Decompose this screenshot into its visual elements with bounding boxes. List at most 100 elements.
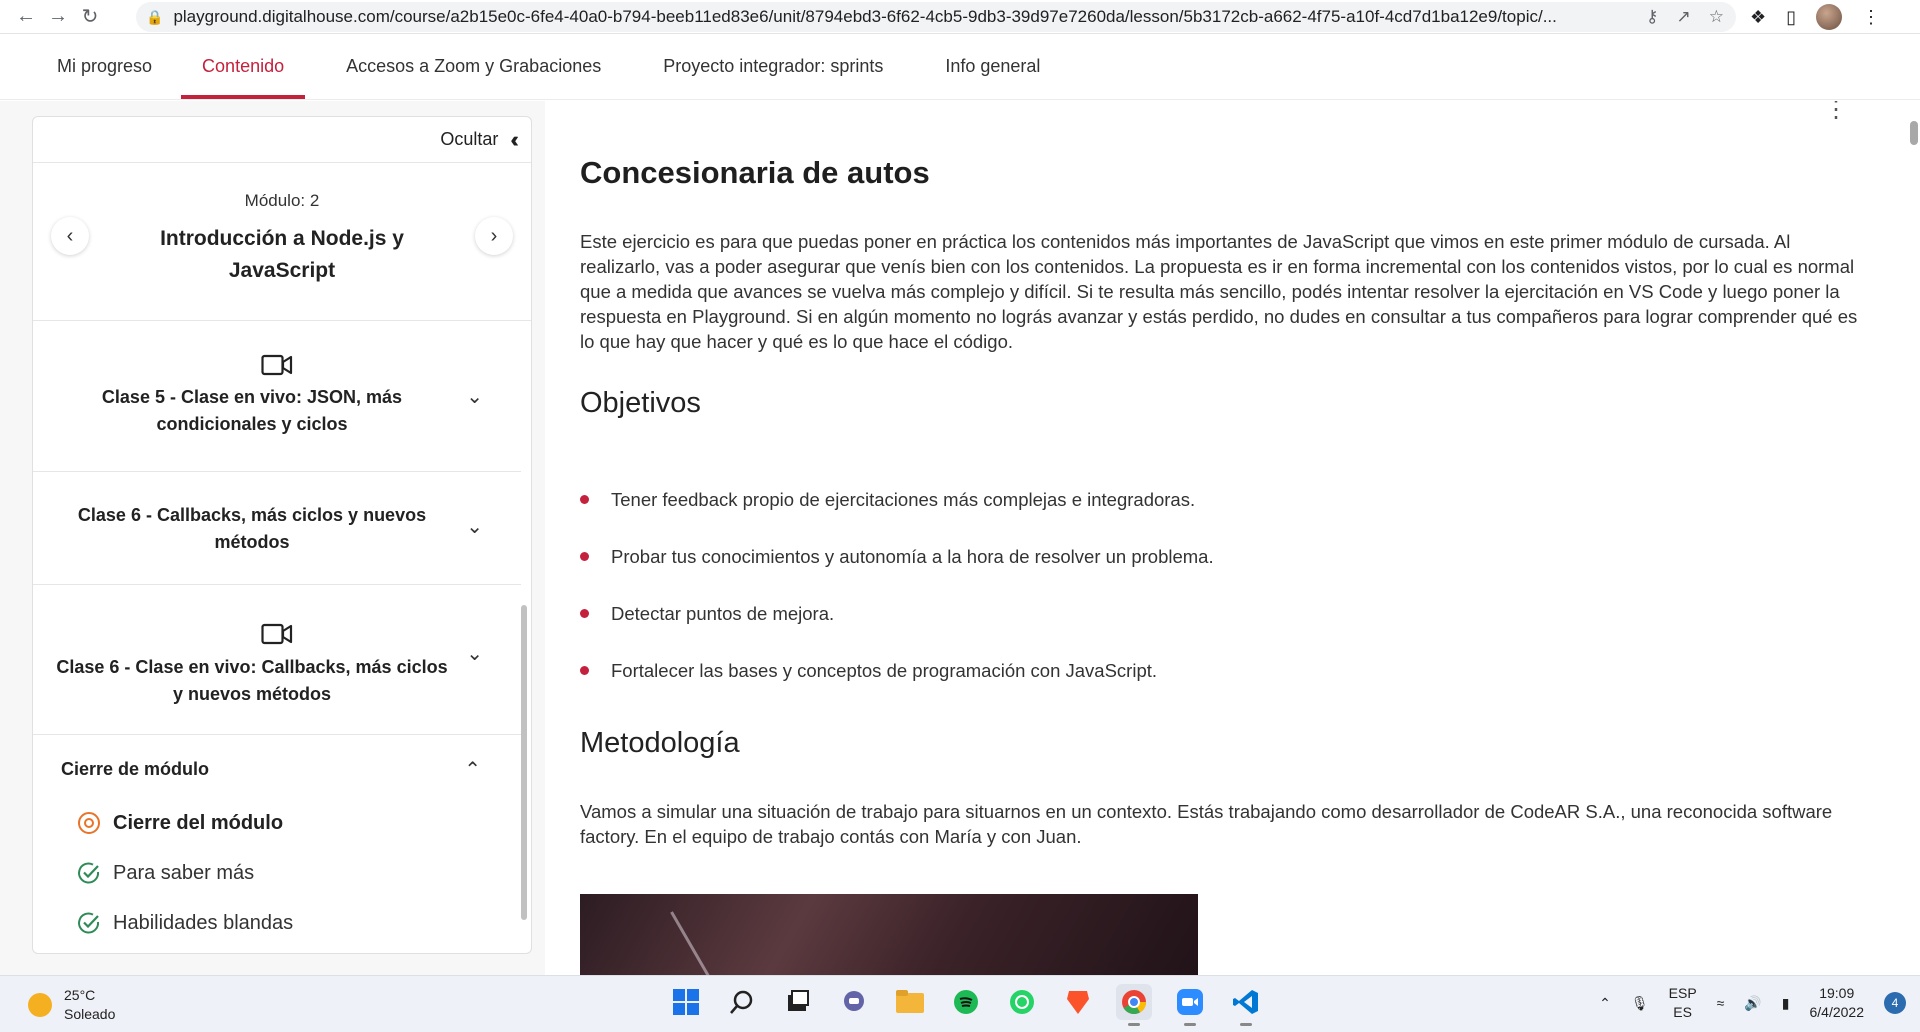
task-view-icon[interactable] bbox=[780, 984, 816, 1020]
zoom-icon[interactable] bbox=[1172, 984, 1208, 1026]
back-arrow-icon[interactable]: ← bbox=[10, 2, 42, 32]
vscode-icon[interactable] bbox=[1228, 984, 1264, 1026]
address-bar[interactable]: 🔒 playground.digitalhouse.com/course/a2b… bbox=[136, 2, 1736, 32]
bullet-icon bbox=[580, 495, 589, 504]
url-text: playground.digitalhouse.com/course/a2b15… bbox=[173, 7, 1557, 26]
closing-section-title[interactable]: Cierre de módulo bbox=[61, 759, 531, 780]
share-icon[interactable]: ↗ bbox=[1677, 7, 1691, 27]
chevron-down-icon[interactable]: ⌄ bbox=[466, 641, 483, 666]
class-item[interactable]: Clase 5 - Clase en vivo: JSON, más condi… bbox=[33, 322, 521, 472]
double-chevron-left-icon: ‹‹ bbox=[510, 126, 518, 152]
list-item: Detectar puntos de mejora. bbox=[580, 585, 1214, 642]
spotify-icon[interactable] bbox=[948, 984, 984, 1020]
reload-icon[interactable]: ↻ bbox=[74, 2, 106, 32]
chevron-up-icon[interactable]: ⌃ bbox=[1599, 995, 1611, 1012]
class-title: Clase 6 - Clase en vivo: Callbacks, más … bbox=[56, 657, 448, 704]
lesson-label: Cierre del módulo bbox=[113, 811, 284, 834]
module-title: Introducción a Node.js y JavaScript bbox=[160, 227, 404, 282]
video-camera-icon bbox=[261, 354, 293, 376]
next-module-button[interactable]: › bbox=[475, 217, 513, 255]
tab-info-general[interactable]: Info general bbox=[924, 33, 1061, 99]
hide-label: Ocultar bbox=[440, 129, 499, 149]
tab-mi-progreso[interactable]: Mi progreso bbox=[36, 33, 173, 99]
list-item[interactable]: Habilidades blandas bbox=[77, 898, 531, 948]
intro-paragraph: Este ejercicio es para que puedas poner … bbox=[580, 231, 1858, 352]
wifi-icon[interactable]: ≈ bbox=[1717, 995, 1725, 1011]
lesson-image bbox=[580, 894, 1198, 975]
hide-sidebar-button[interactable]: Ocultar ‹‹ bbox=[33, 117, 531, 163]
list-item[interactable]: Para saber más bbox=[77, 848, 531, 898]
notification-badge[interactable]: 4 bbox=[1884, 992, 1906, 1014]
module-header: Módulo: 2 ‹ Introducción a Node.js y Jav… bbox=[33, 163, 531, 321]
microphone-icon[interactable]: 🎙 bbox=[1631, 995, 1649, 1012]
course-sidebar: Ocultar ‹‹ Módulo: 2 ‹ Introducción a No… bbox=[32, 116, 532, 954]
clock[interactable]: 19:09 6/4/2022 bbox=[1810, 984, 1865, 1022]
temperature: 25°C bbox=[64, 987, 96, 1003]
class-item[interactable]: Clase 6 - Clase en vivo: Callbacks, más … bbox=[33, 585, 521, 735]
more-options-icon[interactable]: ⋮ bbox=[1824, 101, 1848, 122]
closing-section: Cierre de módulo ⌃ Cierre del módulo Par… bbox=[33, 735, 531, 948]
page-title: Concesionaria de autos bbox=[580, 155, 930, 190]
chevron-down-icon[interactable]: ⌄ bbox=[466, 514, 483, 539]
list-item: Fortalecer las bases y conceptos de prog… bbox=[580, 642, 1214, 699]
objectives-list: Tener feedback propio de ejercitaciones … bbox=[580, 471, 1214, 699]
chevron-down-icon[interactable]: ⌄ bbox=[466, 384, 483, 409]
extensions-icon[interactable]: ❖ bbox=[1750, 7, 1766, 28]
chevron-up-icon[interactable]: ⌃ bbox=[464, 757, 481, 782]
weather-text: Soleado bbox=[64, 1006, 116, 1022]
page-scrollbar[interactable] bbox=[1876, 101, 1920, 975]
sun-icon bbox=[28, 993, 52, 1017]
search-icon[interactable] bbox=[724, 984, 760, 1020]
video-camera-icon bbox=[261, 623, 293, 645]
module-label: Módulo: 2 bbox=[244, 191, 320, 210]
tab-contenido[interactable]: Contenido bbox=[181, 33, 306, 99]
windows-taskbar: 25°C Soleado ⌃ 🎙 ESP ES ≈ 🔊 ▮ 19:09 6/4/202… bbox=[0, 975, 1920, 1032]
check-circle-icon bbox=[78, 912, 100, 934]
bullet-icon bbox=[580, 666, 589, 675]
objectives-heading: Objetivos bbox=[580, 387, 701, 419]
windows-start-icon[interactable] bbox=[668, 984, 704, 1020]
key-icon[interactable]: ⚷ bbox=[1646, 7, 1658, 27]
lesson-label: Para saber más bbox=[113, 861, 255, 884]
class-title: Clase 5 - Clase en vivo: JSON, más condi… bbox=[101, 387, 403, 434]
course-tabs: Mi progreso Contenido Accesos a Zoom y G… bbox=[0, 34, 1920, 100]
language-indicator[interactable]: ESP ES bbox=[1669, 984, 1697, 1022]
menu-icon[interactable]: ⋮ bbox=[1862, 7, 1880, 28]
methodology-paragraph: Vamos a simular una situación de trabajo… bbox=[580, 801, 1833, 847]
browser-toolbar: ← → ↻ 🔒 playground.digitalhouse.com/cour… bbox=[0, 0, 1920, 34]
forward-arrow-icon[interactable]: → bbox=[42, 2, 74, 32]
avatar[interactable] bbox=[1816, 4, 1842, 30]
volume-icon[interactable]: 🔊 bbox=[1744, 995, 1761, 1012]
lock-icon: 🔒 bbox=[146, 8, 164, 25]
tab-zoom-grabaciones[interactable]: Accesos a Zoom y Grabaciones bbox=[325, 33, 622, 99]
class-item[interactable]: Clase 6 - Callbacks, más ciclos y nuevos… bbox=[33, 472, 521, 585]
list-item[interactable]: Cierre del módulo bbox=[77, 798, 531, 848]
star-icon[interactable]: ☆ bbox=[1709, 7, 1724, 27]
methodology-heading: Metodología bbox=[580, 727, 740, 759]
file-explorer-icon[interactable] bbox=[892, 984, 928, 1020]
lesson-content: ⋮ Concesionaria de autos Este ejercicio … bbox=[546, 101, 1876, 975]
chrome-icon[interactable] bbox=[1116, 984, 1152, 1026]
class-title: Clase 6 - Callbacks, más ciclos y nuevos… bbox=[77, 505, 427, 552]
check-circle-icon bbox=[78, 862, 100, 884]
tab-proyecto-integrador[interactable]: Proyecto integrador: sprints bbox=[642, 33, 904, 99]
battery-icon[interactable]: ▮ bbox=[1782, 995, 1790, 1012]
taskbar-apps bbox=[668, 984, 1264, 1026]
whatsapp-icon[interactable] bbox=[1004, 984, 1040, 1020]
chat-icon[interactable] bbox=[836, 984, 872, 1020]
module-number: 2 bbox=[309, 191, 320, 210]
prev-module-button[interactable]: ‹ bbox=[51, 217, 89, 255]
weather-widget[interactable]: 25°C Soleado bbox=[28, 986, 115, 1024]
system-tray: ⌃ 🎙 ESP ES ≈ 🔊 ▮ 19:09 6/4/2022 4 bbox=[1599, 984, 1906, 1022]
current-lesson-icon bbox=[78, 812, 100, 834]
scrollbar-thumb[interactable] bbox=[1910, 121, 1918, 145]
sidebar-scrollbar[interactable] bbox=[521, 605, 527, 920]
list-item: Probar tus conocimientos y autonomía a l… bbox=[580, 528, 1214, 585]
bullet-icon bbox=[580, 609, 589, 618]
list-item: Tener feedback propio de ejercitaciones … bbox=[580, 471, 1214, 528]
class-list: Clase 5 - Clase en vivo: JSON, más condi… bbox=[33, 322, 531, 953]
brave-icon[interactable] bbox=[1060, 984, 1096, 1020]
lesson-label: Habilidades blandas bbox=[113, 911, 294, 934]
bullet-icon bbox=[580, 552, 589, 561]
sidebar-icon[interactable]: ▯ bbox=[1786, 7, 1796, 28]
